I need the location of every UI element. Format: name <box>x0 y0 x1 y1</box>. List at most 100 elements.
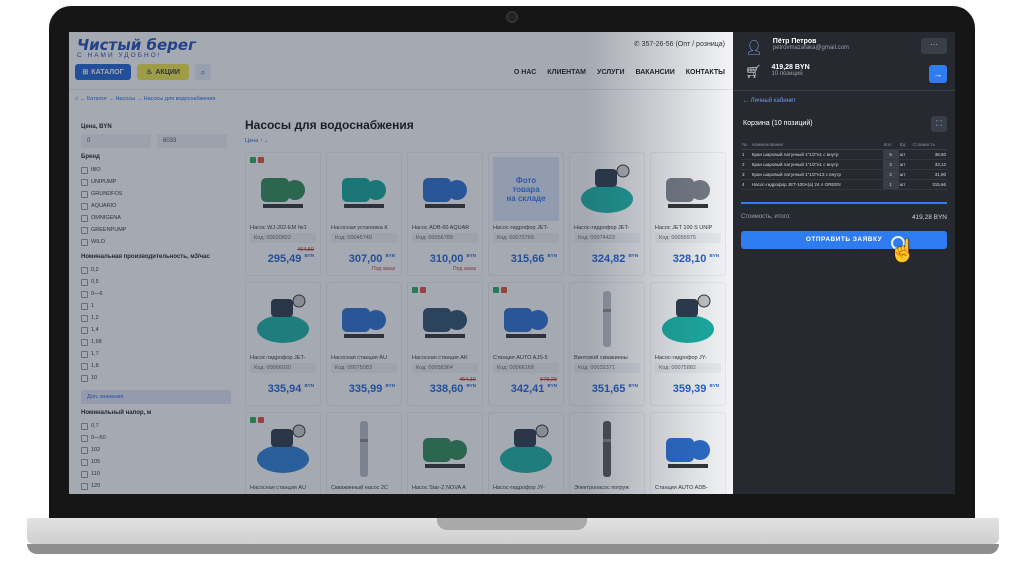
product-image[interactable] <box>250 157 316 221</box>
arrow-right-icon[interactable]: → <box>929 65 947 83</box>
product-name[interactable]: Насос-гидрофор JET- <box>246 355 320 361</box>
product-image[interactable] <box>574 417 640 481</box>
product-name[interactable]: Насос ADB-60 AQUAR <box>408 225 482 231</box>
product-card[interactable]: Насосная станция AU Код: 00075083 335,99 B… <box>326 282 402 406</box>
product-image[interactable] <box>655 157 721 221</box>
checkbox-item[interactable]: AQUARIO <box>81 200 231 212</box>
checkbox[interactable] <box>81 338 88 346</box>
checkbox-item[interactable]: 120 <box>81 480 231 492</box>
checkbox[interactable] <box>81 446 88 454</box>
product-image[interactable] <box>331 417 397 481</box>
product-name[interactable]: Насос-гидрофор JY- <box>651 355 725 361</box>
checkbox[interactable] <box>81 266 88 274</box>
cart-cell-qty[interactable]: 5 <box>882 149 899 160</box>
checkbox-item[interactable]: GREENPUMP <box>81 224 231 236</box>
product-name[interactable]: Насосная станция AK <box>408 355 482 361</box>
checkbox-item[interactable]: 0,5 <box>81 276 231 288</box>
checkbox-item[interactable]: 110 <box>81 468 231 480</box>
checkbox[interactable] <box>81 458 88 466</box>
promo-button[interactable]: ♨ АКЦИИ <box>137 64 189 80</box>
checkbox[interactable] <box>81 362 88 370</box>
price-from-input[interactable]: 0 <box>81 134 151 148</box>
product-card[interactable]: Насос JET 100 S UNIP Код: 00056975 328,10 … <box>650 152 726 276</box>
cart-row[interactable]: 1 Кран шаровый латунный 1"1/2"н1 с внутр 5… <box>741 149 947 160</box>
product-image[interactable] <box>655 287 721 351</box>
checkbox-item[interactable]: 105 <box>81 456 231 468</box>
product-card[interactable]: Насосная станция AU <box>245 412 321 494</box>
checkbox[interactable] <box>81 422 88 430</box>
nav-services[interactable]: УСЛУГИ <box>597 69 625 76</box>
checkbox[interactable] <box>81 290 88 298</box>
more-options-button[interactable]: ··· <box>921 38 947 54</box>
checkbox[interactable] <box>81 314 88 322</box>
checkbox[interactable] <box>81 278 88 286</box>
product-card[interactable]: Насосная станция AK Код: 00058364 454,10 33… <box>407 282 483 406</box>
checkbox-item[interactable]: 1,7 <box>81 348 231 360</box>
checkbox-item[interactable]: 0,7 <box>81 420 231 432</box>
checkbox-item[interactable]: 0—6 <box>81 288 231 300</box>
price-to-input[interactable]: 6033 <box>157 134 227 148</box>
product-card[interactable]: Фото товара на складе Насос-гидрофор JET- Ко… <box>488 152 564 276</box>
checkbox-item[interactable]: 1 <box>81 300 231 312</box>
expand-icon[interactable]: ⛶ <box>931 116 947 132</box>
checkbox-item[interactable]: 0—50 <box>81 432 231 444</box>
search-icon[interactable]: ⌕ <box>195 64 211 80</box>
cart-summary[interactable]: 🛒︎ 419,28 BYN 10 позиций <box>745 64 810 80</box>
checkbox-item[interactable]: UNIPUMP <box>81 176 231 188</box>
checkbox-item[interactable]: IBO <box>81 164 231 176</box>
checkbox-item[interactable]: OMNIGENA <box>81 212 231 224</box>
checkbox[interactable] <box>81 190 88 198</box>
product-card[interactable]: Насос-гидрофор JET- Код: 00074423 324,82 B… <box>569 152 645 276</box>
checkbox[interactable] <box>81 482 88 490</box>
product-name[interactable]: Станция AUTO ADB- <box>651 485 725 491</box>
checkbox-item[interactable]: 1,2 <box>81 312 231 324</box>
product-card[interactable]: Станция AUTO ADB- <box>650 412 726 494</box>
product-image[interactable] <box>412 157 478 221</box>
checkbox[interactable] <box>81 178 88 186</box>
product-image[interactable] <box>331 157 397 221</box>
breadcrumb[interactable]: ⌂ → Каталог → Насосы → Насосы для водосн… <box>75 96 215 102</box>
checkbox-item[interactable]: 10 <box>81 372 231 384</box>
product-card[interactable]: Винтовой скважинны Код: 00032371 351,65 BY… <box>569 282 645 406</box>
catalog-button[interactable]: ⊞ КАТАЛОГ <box>75 64 131 80</box>
cart-cell-qty[interactable]: 2 <box>882 169 899 180</box>
checkbox[interactable] <box>81 350 88 358</box>
product-image[interactable] <box>412 287 478 351</box>
checkbox[interactable] <box>81 470 88 478</box>
product-name[interactable]: Винтовой скважинны <box>570 355 644 361</box>
product-name[interactable]: Насос JET 100 S UNIP <box>651 225 725 231</box>
product-card[interactable]: Насос WJ-202-EM №1 Код: 00020822 464,59 295… <box>245 152 321 276</box>
nav-about[interactable]: О НАС <box>514 69 536 76</box>
product-card[interactable]: Электронасос погруж <box>569 412 645 494</box>
checkbox-item[interactable]: 1,4 <box>81 324 231 336</box>
product-image[interactable] <box>250 417 316 481</box>
account-link[interactable]: ← Личный кабинет <box>743 98 796 104</box>
product-name[interactable]: Насосная установка К <box>327 225 401 231</box>
product-name[interactable]: Насосная станция AU <box>246 485 320 491</box>
product-name[interactable]: Электронасос погруж <box>570 485 644 491</box>
product-card[interactable]: Насос-гидрофор JY- <box>488 412 564 494</box>
product-card[interactable]: Насос Star-Z NOVA A <box>407 412 483 494</box>
nav-vacancies[interactable]: ВАКАНСИИ <box>635 69 674 76</box>
checkbox-item[interactable]: GRUNDFOS <box>81 188 231 200</box>
product-name[interactable]: Насос WJ-202-EM №1 <box>246 225 320 231</box>
product-name[interactable]: Насосная станция AU <box>327 355 401 361</box>
product-image[interactable]: Фото товара на складе <box>493 157 559 221</box>
product-card[interactable]: Насос-гидрофор JET- Код: 00066030 335,94 B… <box>245 282 321 406</box>
product-card[interactable]: Скважинный насос 2С <box>326 412 402 494</box>
checkbox[interactable] <box>81 326 88 334</box>
cart-row[interactable]: 3 Кран шаровый латунный 1"1/2"н13 с внутр… <box>741 169 947 180</box>
cart-cell-qty[interactable]: 1 <box>882 179 899 190</box>
product-image[interactable] <box>574 157 640 221</box>
checkbox-item[interactable]: WILO <box>81 236 231 248</box>
product-image[interactable] <box>412 417 478 481</box>
checkbox-item[interactable]: 1,8 <box>81 360 231 372</box>
nav-clients[interactable]: КЛИЕНТАМ <box>547 69 586 76</box>
checkbox[interactable] <box>81 214 88 222</box>
checkbox[interactable] <box>81 434 88 442</box>
checkbox[interactable] <box>81 202 88 210</box>
product-name[interactable]: Станция AUTO AJS-5 <box>489 355 563 361</box>
checkbox-item[interactable]: 0,2 <box>81 264 231 276</box>
checkbox-item[interactable]: 102 <box>81 444 231 456</box>
cart-row[interactable]: 4 Насос-гидрофор JET-100А(a) 24 л GREEN 1 ш… <box>741 179 947 190</box>
